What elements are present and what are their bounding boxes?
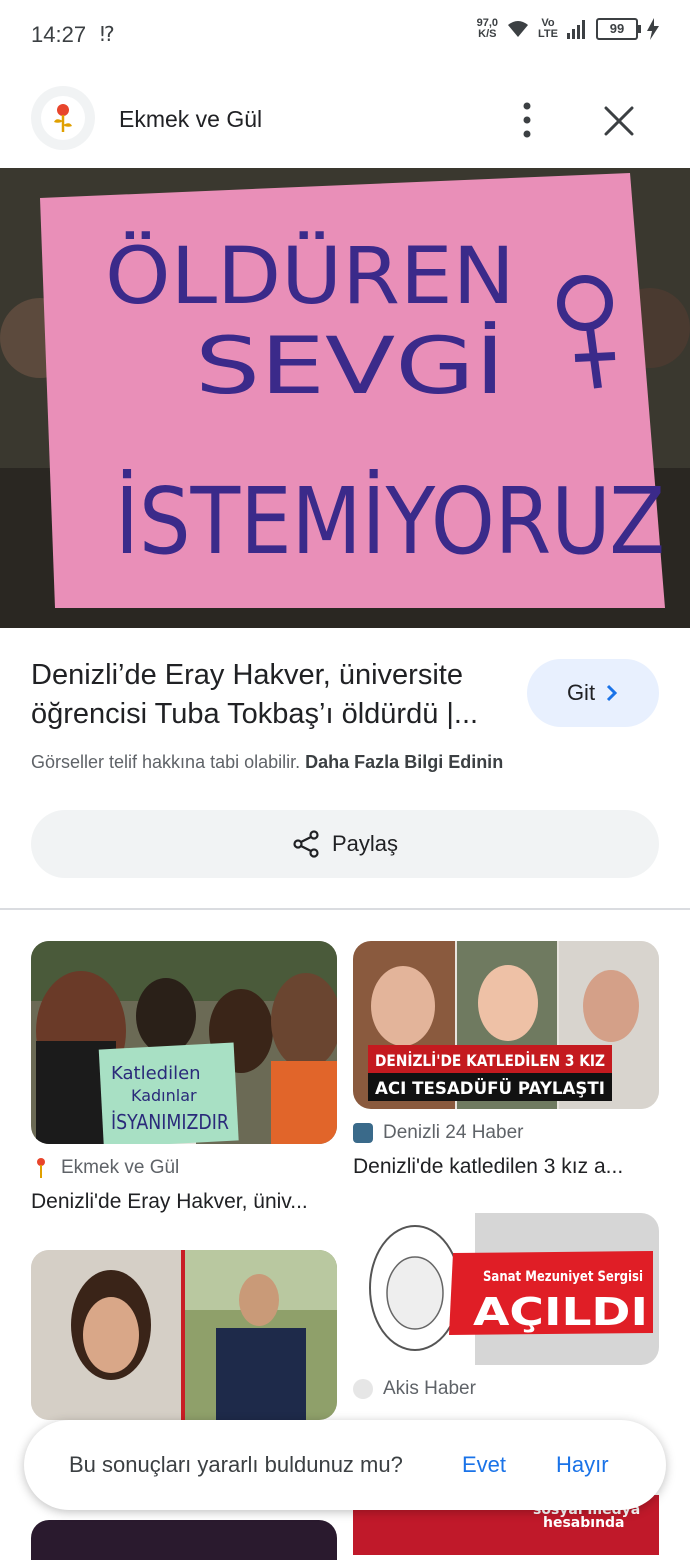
go-label: Git [566, 680, 596, 705]
charging-icon [647, 18, 659, 40]
related-image-3[interactable] [31, 1250, 337, 1420]
chevron-right-icon [607, 684, 618, 702]
network-speed: 97,0 K/S [476, 17, 499, 40]
related-image-6[interactable] [31, 1520, 337, 1560]
result-title[interactable]: Denizli’de Eray Hakver, üniversite öğren… [31, 656, 501, 734]
learn-more-link[interactable]: Daha Fazla Bilgi Edinin [305, 752, 503, 772]
share-icon [293, 830, 319, 858]
site-name[interactable]: Ekmek ve Gül [119, 106, 262, 133]
card-1-sign-line-2: Kadınlar [131, 1086, 197, 1105]
related-image-4[interactable]: Sanat Mezuniyet Sergisi AÇILDI [353, 1213, 659, 1365]
site-favicon-icon [353, 1379, 373, 1399]
feedback-no-button[interactable]: Hayır [556, 1452, 609, 1478]
card-1-title[interactable]: Denizli'de Eray Hakver, üniv... [31, 1190, 337, 1214]
related-image-1[interactable]: Katledilen Kadınlar İSYANIMIZDIR [31, 941, 337, 1144]
status-time: 14:27 [31, 22, 87, 47]
wifi-icon [508, 21, 529, 37]
card-2-title[interactable]: Denizli'de katledilen 3 kız a... [353, 1155, 659, 1179]
rose-icon [54, 104, 72, 132]
feedback-bar: Bu sonuçları yararlı buldunuz mu? Evet H… [24, 1420, 666, 1510]
viewer-header: Ekmek ve Gül [0, 84, 690, 158]
card-1-source: Ekmek ve Gül [31, 1157, 179, 1179]
card-4-banner-2: AÇILDI [473, 1290, 648, 1334]
feedback-question: Bu sonuçları yararlı buldunuz mu? [69, 1452, 403, 1477]
camera-icon [353, 1123, 373, 1143]
status-indicators: 97,0 K/S Vo LTE 99 [477, 18, 660, 40]
more-options-icon[interactable] [510, 100, 544, 140]
status-bar: 14:27 ⁉ 97,0 K/S Vo LTE 99 [0, 0, 690, 70]
card-4-banner-1: Sanat Mezuniyet Sergisi [483, 1269, 643, 1285]
sign-line-2: SEVGİ [195, 321, 505, 412]
card-4-source: Akis Haber [353, 1378, 476, 1400]
signal-icon [567, 20, 585, 39]
section-divider [0, 908, 690, 910]
rose-icon [37, 1158, 45, 1178]
card-2-source: Denizli 24 Haber [353, 1122, 523, 1144]
close-icon[interactable] [600, 102, 638, 140]
main-image[interactable]: ÖLDÜREN SEVGİ İSTEMİYORUZ [0, 168, 690, 628]
card-1-sign-line-1: Katledilen [111, 1063, 201, 1084]
feedback-yes-button[interactable]: Evet [462, 1452, 506, 1478]
card-5-line-2: hesabında [543, 1515, 625, 1531]
sign-line-3: İSTEMİYORUZ [115, 468, 665, 575]
related-image-2[interactable]: DENİZLİ'DE KATLEDİLEN 3 KIZ ACI TESADÜFÜ… [353, 941, 659, 1109]
sign-line-1: ÖLDÜREN [105, 231, 515, 322]
notification-icon: ⁉ [100, 24, 115, 46]
card-2-banner-2: ACI TESADÜFÜ PAYLAŞTI [375, 1077, 605, 1099]
share-button[interactable]: Paylaş [31, 810, 659, 878]
battery-indicator: 99 [596, 18, 641, 40]
copyright-notice: Görseller telif hakkına tabi olabilir. D… [31, 752, 504, 772]
card-2-banner-1: DENİZLİ'DE KATLEDİLEN 3 KIZ [375, 1051, 605, 1070]
volte-indicator: Vo LTE [538, 17, 558, 40]
share-label: Paylaş [331, 831, 399, 856]
site-logo[interactable] [31, 86, 95, 150]
go-button[interactable]: Git [527, 659, 659, 727]
card-1-sign-line-3: İSYANIMIZDIR [111, 1110, 229, 1134]
